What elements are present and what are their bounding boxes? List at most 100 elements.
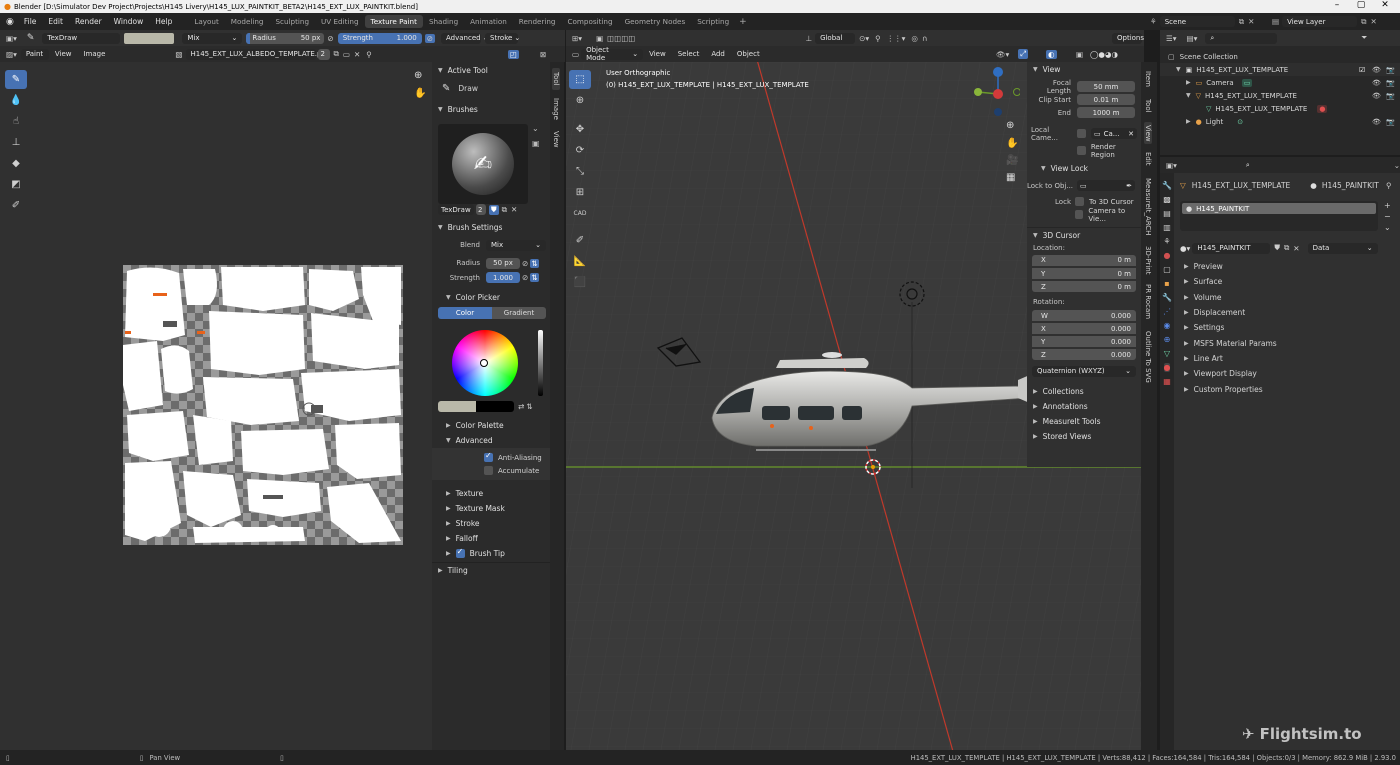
unlink-brush-icon[interactable]: ✕	[511, 205, 517, 214]
texture-header[interactable]: ▶ Texture	[432, 486, 550, 501]
properties-options-icon[interactable]: ⌄	[1394, 161, 1400, 170]
mode-dropdown[interactable]: Paint	[20, 48, 49, 60]
radius-field[interactable]: Radius 50 px	[246, 32, 325, 44]
object-tab-icon[interactable]: ▪	[1164, 279, 1169, 288]
hand-icon[interactable]: ✋	[1006, 138, 1018, 149]
render-region-checkbox[interactable]	[1077, 146, 1086, 155]
select-tool-icon[interactable]: ⬚	[569, 70, 591, 89]
clip-start-field[interactable]: 0.01 m	[1077, 94, 1135, 105]
section-volume[interactable]: ▶ Volume	[1176, 290, 1400, 305]
stroke-header[interactable]: ▶ Stroke	[432, 516, 550, 531]
tab-tool[interactable]: Tool	[552, 68, 560, 90]
draw-tool-icon[interactable]: ✎	[5, 70, 27, 89]
focal-length-field[interactable]: 50 mm	[1077, 81, 1135, 92]
eye-icon[interactable]: 👁	[1372, 79, 1381, 87]
outliner-item[interactable]: ▶ ▭ Camera ▭ 👁 📷	[1160, 76, 1400, 89]
tab-uv-editing[interactable]: UV Editing	[315, 15, 365, 28]
cursor-tool-icon[interactable]: ⊕	[569, 91, 591, 110]
local-camera-checkbox[interactable]	[1077, 129, 1086, 138]
collection-tab-icon[interactable]: ▢	[1163, 265, 1171, 274]
hand-icon[interactable]: ✋	[414, 88, 426, 99]
expand-triangle-icon[interactable]: ▼	[1176, 66, 1181, 73]
eye-icon[interactable]: 👁	[1372, 66, 1381, 74]
menu-select[interactable]: Select	[672, 50, 706, 58]
unlink-material-icon[interactable]: ✕	[1293, 244, 1299, 253]
material-slots-list[interactable]: ● H145_PAINTKIT	[1180, 201, 1378, 231]
blend-dropdown[interactable]: Mix ⌄	[486, 239, 546, 251]
scene-selector[interactable]: ⚘ Scene ⧉ ✕	[1150, 16, 1254, 27]
annotate-tool-icon[interactable]: ✐	[5, 196, 27, 215]
tab-compositing[interactable]: Compositing	[562, 15, 619, 28]
tab-image[interactable]: Image	[552, 96, 560, 122]
color-picker-header[interactable]: ▼ Color Picker	[432, 290, 550, 305]
xray-icon[interactable]: ▣	[1076, 50, 1083, 59]
color-palette-header[interactable]: ▶ Color Palette	[432, 418, 550, 433]
outliner-search[interactable]: ⌕	[1205, 32, 1278, 44]
snap-icon[interactable]: ⚲	[875, 34, 881, 43]
section-viewport-display[interactable]: ▶ Viewport Display	[1176, 366, 1400, 381]
menu-file[interactable]: File	[18, 17, 43, 26]
tab-view[interactable]: View	[552, 128, 560, 150]
brush-menu-icon[interactable]: ⌄	[532, 124, 539, 133]
brush-tip-header[interactable]: ▶ Brush Tip	[432, 546, 550, 561]
open-image-icon[interactable]: ▭	[343, 50, 350, 59]
brushes-panel-header[interactable]: ▼ Brushes	[432, 102, 550, 117]
view-sync-icon[interactable]: ◰	[508, 49, 520, 59]
section-msfs-material-params[interactable]: ▶ MSFS Material Params	[1176, 335, 1400, 350]
section-displacement[interactable]: ▶ Displacement	[1176, 305, 1400, 320]
unlink-image-icon[interactable]: ✕	[354, 50, 360, 59]
annotations-header[interactable]: ▶ Annotations	[1027, 399, 1141, 414]
physics-tab-icon[interactable]: ◉	[1164, 321, 1171, 330]
options-dropdown[interactable]: Options	[1112, 32, 1144, 44]
image-name-field[interactable]: H145_EXT_LUX_ALBEDO_TEMPLATE.png	[185, 48, 330, 60]
falloff-header[interactable]: ▶ Falloff	[432, 531, 550, 546]
annotate-tool-icon[interactable]: ✐	[569, 231, 591, 250]
menu-image[interactable]: Image	[77, 50, 111, 58]
editor-type-icon[interactable]: ⊞▾	[572, 34, 582, 43]
anti-aliasing-checkbox[interactable]	[484, 451, 493, 462]
maximize-button[interactable]: ▢	[1350, 0, 1372, 10]
expand-triangle-icon[interactable]: ▶	[1186, 79, 1191, 86]
material-name-field[interactable]: H145_PAINTKIT	[1192, 242, 1271, 254]
advanced-header[interactable]: ▼ Advanced	[432, 433, 550, 448]
scene-tab-icon[interactable]: ⚘	[1163, 237, 1170, 246]
transform-tool-icon[interactable]: ⊞	[569, 183, 591, 202]
image-editor-canvas[interactable]: ✎ 💧 ☝ ⊥ ◆ ◩ ✐ ⊕ ✋	[0, 62, 432, 750]
display-mode-icon[interactable]: ▤▾	[1187, 34, 1198, 43]
menu-add[interactable]: Add	[705, 50, 731, 58]
remove-slot-icon[interactable]: −	[1384, 212, 1391, 221]
fake-user-icon[interactable]: ⛊	[489, 204, 499, 215]
tab-view[interactable]: View	[1144, 122, 1152, 144]
clone-tool-icon[interactable]: ⊥	[5, 133, 27, 152]
texture-tab-icon[interactable]: ▦	[1163, 377, 1171, 386]
render-camera-icon[interactable]: 📷	[1386, 92, 1395, 100]
tab-gradient[interactable]: Gradient	[492, 307, 546, 319]
cursor-y-field[interactable]: Y 0 m	[1032, 268, 1136, 279]
radius-unit-icon[interactable]: ⇅	[530, 258, 539, 268]
menu-render[interactable]: Render	[69, 17, 108, 26]
strength-pressure-icon[interactable]: ⊘	[424, 33, 435, 43]
scene-field[interactable]: Scene	[1159, 16, 1235, 27]
duplicate-image-icon[interactable]: ⧉	[334, 49, 339, 59]
render-camera-icon[interactable]: 📷	[1386, 79, 1395, 87]
camera-view-icon[interactable]: 🎥	[1006, 155, 1018, 166]
zoom-icon[interactable]: ⊕	[1006, 120, 1014, 131]
display-channels-icon[interactable]: ⊠	[540, 50, 546, 59]
falloff-icon[interactable]: ∩	[922, 34, 928, 43]
add-cube-tool-icon[interactable]: ⬛	[569, 273, 591, 292]
orientation-icon[interactable]: ⊥	[806, 34, 813, 43]
soften-tool-icon[interactable]: 💧	[5, 91, 27, 110]
brush-selector[interactable]: TexDraw	[42, 32, 121, 44]
zoom-icon[interactable]: ⊕	[414, 70, 422, 81]
world-tab-icon[interactable]: ●	[1164, 251, 1171, 260]
clip-end-field[interactable]: 1000 m	[1077, 107, 1135, 118]
menu-window[interactable]: Window	[108, 17, 150, 26]
brush-settings-icon[interactable]: ▣	[532, 139, 540, 148]
minimize-button[interactable]: –	[1326, 0, 1348, 10]
image-users-count[interactable]: 2	[317, 48, 330, 60]
active-tool-row[interactable]: ✎ Draw	[432, 78, 550, 98]
brush-name-field[interactable]: TexDraw	[438, 204, 474, 215]
brush-color-swatch[interactable]	[124, 32, 175, 44]
radius-value[interactable]: 50 px	[486, 257, 520, 269]
menu-view[interactable]: View	[643, 50, 672, 58]
